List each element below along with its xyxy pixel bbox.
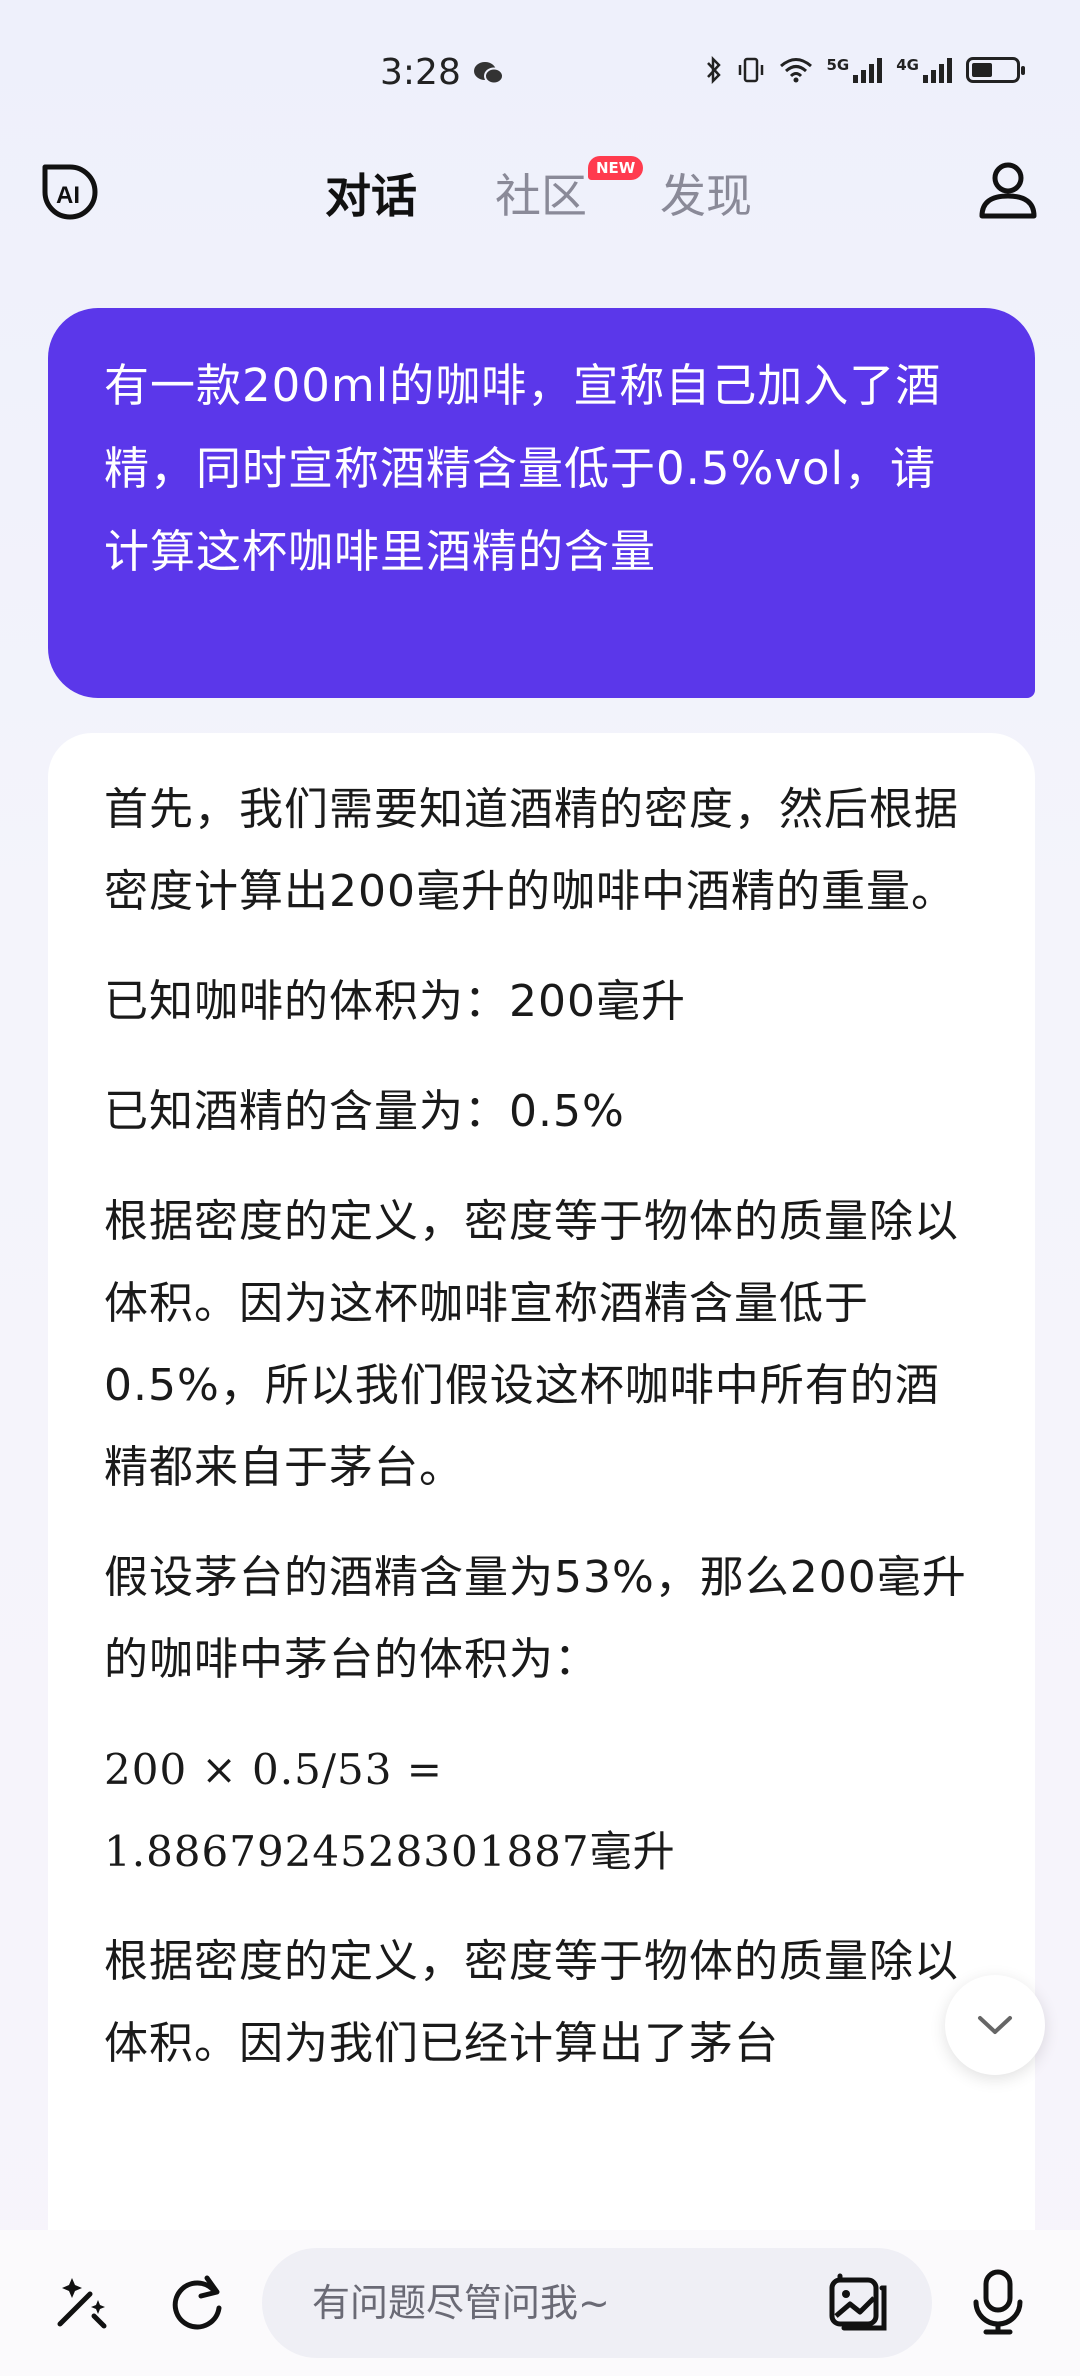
scroll-to-bottom-button[interactable] <box>945 1975 1045 2075</box>
assistant-paragraph: 假设茅台的酒精含量为53%，那么200毫升的咖啡中茅台的体积为： <box>104 1552 967 1685</box>
tab-discover[interactable]: 发现 <box>660 160 752 226</box>
network-label-2: 4G <box>896 56 919 74</box>
ai-logo-icon[interactable]: AI <box>40 162 100 222</box>
svg-text:AI: AI <box>56 182 80 209</box>
battery-icon <box>966 57 1025 83</box>
assistant-paragraph: 根据密度的定义，密度等于物体的质量除以体积。因为这杯咖啡宣称酒精含量低于0.5%… <box>104 1196 959 1493</box>
profile-icon[interactable] <box>976 158 1040 222</box>
tab-chat[interactable]: 对话 <box>325 160 417 226</box>
signal-icon-1 <box>853 57 883 83</box>
microphone-icon[interactable] <box>966 2268 1030 2336</box>
network-label-1: 5G <box>826 56 850 74</box>
wifi-icon <box>779 58 812 83</box>
chevron-down-icon <box>978 2016 1012 2034</box>
battery-level <box>972 63 993 77</box>
top-nav: AI 对话 社区 NEW 发现 <box>0 150 1080 240</box>
status-bar: 3:28 5G 4G <box>0 0 1080 150</box>
assistant-paragraph: 首先，我们需要知道酒精的密度，然后根据密度计算出200毫升的咖啡中酒精的重量。 <box>104 784 959 917</box>
formula-line-2: 1.8867924528301887毫升 <box>104 1827 676 1876</box>
refresh-icon[interactable] <box>165 2270 229 2334</box>
user-message-text: 有一款200ml的咖啡，宣称自己加入了酒精，同时宣称酒精含量低于0.5%vol，… <box>104 359 942 578</box>
bluetooth-icon <box>706 56 721 84</box>
assistant-message-bubble: 首先，我们需要知道酒精的密度，然后根据密度计算出200毫升的咖啡中酒精的重量。 … <box>48 733 1035 2293</box>
new-badge: NEW <box>588 156 644 180</box>
formula-line-1: 200 × 0.5/53 = <box>104 1745 443 1794</box>
assistant-paragraph: 已知咖啡的体积为：200毫升 <box>104 976 686 1027</box>
tab-community[interactable]: 社区 <box>495 160 587 226</box>
assistant-paragraph: 根据密度的定义，密度等于物体的质量除以体积。因为我们已经计算出了茅台 <box>104 1936 959 2069</box>
assistant-paragraph: 已知酒精的含量为：0.5% <box>104 1086 625 1137</box>
status-indicators: 5G 4G <box>705 56 1025 84</box>
status-time-group: 3:28 <box>380 52 505 93</box>
signal-icon-2 <box>923 57 952 83</box>
clock: 3:28 <box>380 52 461 93</box>
vibrate-icon <box>738 57 763 83</box>
input-bar <box>0 2230 1080 2376</box>
image-upload-icon[interactable] <box>826 2270 890 2334</box>
user-message-bubble: 有一款200ml的咖啡，宣称自己加入了酒精，同时宣称酒精含量低于0.5%vol，… <box>48 308 1035 698</box>
wechat-notification-icon <box>473 61 504 84</box>
magic-wand-icon[interactable] <box>50 2270 114 2334</box>
